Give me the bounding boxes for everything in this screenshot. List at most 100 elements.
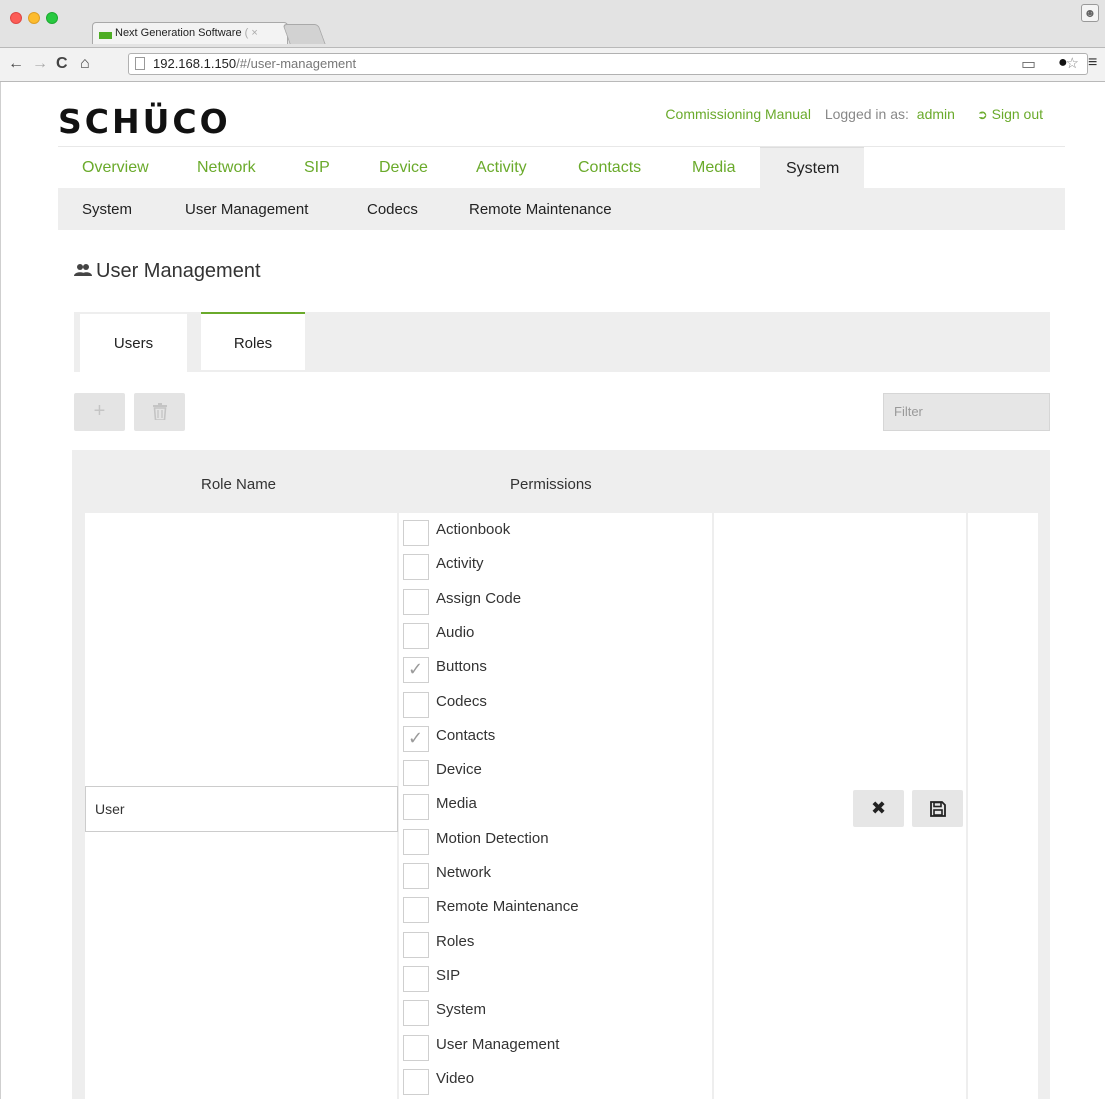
url-path: /#/user-management (236, 56, 357, 71)
browser-tab[interactable]: Next Generation Software ( × (92, 22, 288, 44)
commissioning-manual-link[interactable]: Commissioning Manual (665, 106, 811, 122)
url-host: 192.168.1.150 (153, 56, 237, 71)
reload-icon[interactable]: C (56, 54, 68, 74)
permission-label: Device (436, 761, 482, 779)
permission-label: Buttons (436, 658, 487, 676)
delete-role-button[interactable] (134, 393, 185, 431)
profile-icon[interactable]: ☻ (1081, 4, 1099, 22)
permission-label: Video (436, 1069, 475, 1087)
permission-label: Audio (436, 623, 475, 641)
subnav-codecs[interactable]: Codecs (367, 201, 418, 218)
nav-device[interactable]: Device (379, 159, 428, 177)
permission-label: Motion Detection (436, 829, 549, 847)
subnav-system[interactable]: System (82, 201, 132, 218)
permission-label: Assign Code (436, 589, 522, 607)
sign-out-link[interactable]: ➲ Sign out (977, 106, 1043, 122)
browser-toolbar: ← → C ⌂ 192.168.1.150/#/user-management … (0, 48, 1105, 82)
add-role-button[interactable]: + (74, 393, 125, 431)
nav-overview[interactable]: Overview (82, 159, 149, 177)
checkmark-icon: ✓ (408, 659, 424, 680)
permission-label: Codecs (436, 692, 487, 710)
permission-checkbox[interactable] (403, 1068, 429, 1095)
permission-checkbox[interactable] (403, 1034, 429, 1061)
tab-users[interactable]: Users (80, 314, 187, 372)
page-title: User Management (74, 260, 261, 283)
tab-roles[interactable]: Roles (201, 312, 305, 370)
nav-media[interactable]: Media (692, 159, 736, 177)
permission-checkbox[interactable] (403, 588, 429, 615)
nav-sip[interactable]: SIP (304, 159, 330, 177)
minimize-window-button[interactable] (28, 12, 40, 24)
permission-checkbox[interactable] (403, 931, 429, 958)
sign-out-label: Sign out (991, 106, 1043, 122)
nav-network[interactable]: Network (197, 159, 256, 177)
subnav-remote-maintenance[interactable]: Remote Maintenance (469, 201, 612, 218)
permission-label: Remote Maintenance (436, 898, 579, 916)
forward-icon[interactable]: → (32, 54, 48, 74)
new-tab-button[interactable] (282, 24, 326, 44)
close-window-button[interactable] (10, 12, 22, 24)
menu-icon[interactable]: ≡ (1088, 54, 1097, 72)
browser-title-bar: Next Generation Software ( × ☻ (0, 0, 1105, 48)
back-icon[interactable]: ← (8, 54, 24, 74)
browser-tab-title: Next Generation Software (115, 27, 242, 39)
username[interactable]: admin (917, 106, 955, 122)
permission-label: Roles (436, 932, 475, 950)
nav-contacts[interactable]: Contacts (578, 159, 641, 177)
cast-icon[interactable]: ▭ (1021, 54, 1036, 74)
nav-system[interactable]: System (760, 147, 864, 189)
permission-label: Actionbook (436, 521, 511, 538)
permission-checkbox[interactable] (403, 760, 429, 787)
permission-checkbox[interactable] (403, 1000, 429, 1027)
save-role-button[interactable] (912, 790, 963, 827)
tabs-bar: Users Roles (74, 312, 1050, 372)
permission-checkbox[interactable] (403, 554, 429, 581)
main-nav: Overview Network SIP Device Activity Con… (58, 146, 1065, 189)
home-icon[interactable]: ⌂ (80, 54, 90, 74)
role-name-input[interactable]: User (85, 786, 398, 832)
browser-tab-title-tail: ( × (244, 27, 258, 39)
sign-out-icon: ➲ (976, 107, 988, 122)
address-bar[interactable]: 192.168.1.150/#/user-management ☆ (128, 53, 1088, 75)
page-icon (135, 57, 145, 70)
header-links: Commissioning Manual Logged in as: admin… (655, 106, 1043, 123)
permission-label: System (436, 1001, 487, 1019)
column-header-permissions: Permissions (510, 476, 592, 493)
sub-nav: System User Management Codecs Remote Mai… (58, 188, 1065, 230)
permission-checkbox[interactable] (403, 794, 429, 821)
permission-checkbox[interactable] (403, 622, 429, 649)
maximize-window-button[interactable] (46, 12, 58, 24)
page-title-text: User Management (96, 260, 261, 282)
permission-checkbox[interactable] (403, 828, 429, 855)
favicon-icon (99, 32, 112, 39)
users-icon (74, 260, 92, 276)
permission-checkbox[interactable] (403, 863, 429, 889)
permission-label: Network (436, 864, 492, 881)
permission-checkbox[interactable] (403, 965, 429, 992)
window-edge (0, 82, 1, 1099)
plus-icon: + (93, 400, 106, 422)
close-icon: ✖ (870, 798, 887, 818)
permission-checkbox[interactable] (403, 691, 429, 718)
permission-label: Activity (436, 555, 484, 573)
extension-icon[interactable]: ● (1058, 54, 1068, 72)
checkmark-icon: ✓ (408, 727, 424, 748)
cancel-edit-button[interactable]: ✖ (853, 790, 904, 827)
extra-cell (968, 513, 1038, 1099)
permission-label: Media (436, 795, 477, 813)
permission-checkbox[interactable]: ✓ (403, 725, 429, 752)
permission-label: Contacts (436, 726, 496, 744)
permission-label: User Management (436, 1035, 560, 1053)
nav-activity[interactable]: Activity (476, 159, 527, 177)
permission-checkbox[interactable] (403, 897, 429, 924)
logged-in-label: Logged in as: (824, 106, 909, 122)
subnav-user-management[interactable]: User Management (185, 201, 308, 218)
filter-input[interactable]: Filter (883, 393, 1050, 431)
column-header-role-name: Role Name (201, 476, 277, 493)
schuco-logo: SCHÜCO (58, 102, 231, 141)
permission-checkbox[interactable]: ✓ (403, 657, 429, 684)
permission-checkbox[interactable] (403, 520, 429, 546)
floppy-disk-icon (929, 798, 946, 818)
permission-label: SIP (436, 966, 461, 984)
trash-icon (152, 400, 167, 422)
